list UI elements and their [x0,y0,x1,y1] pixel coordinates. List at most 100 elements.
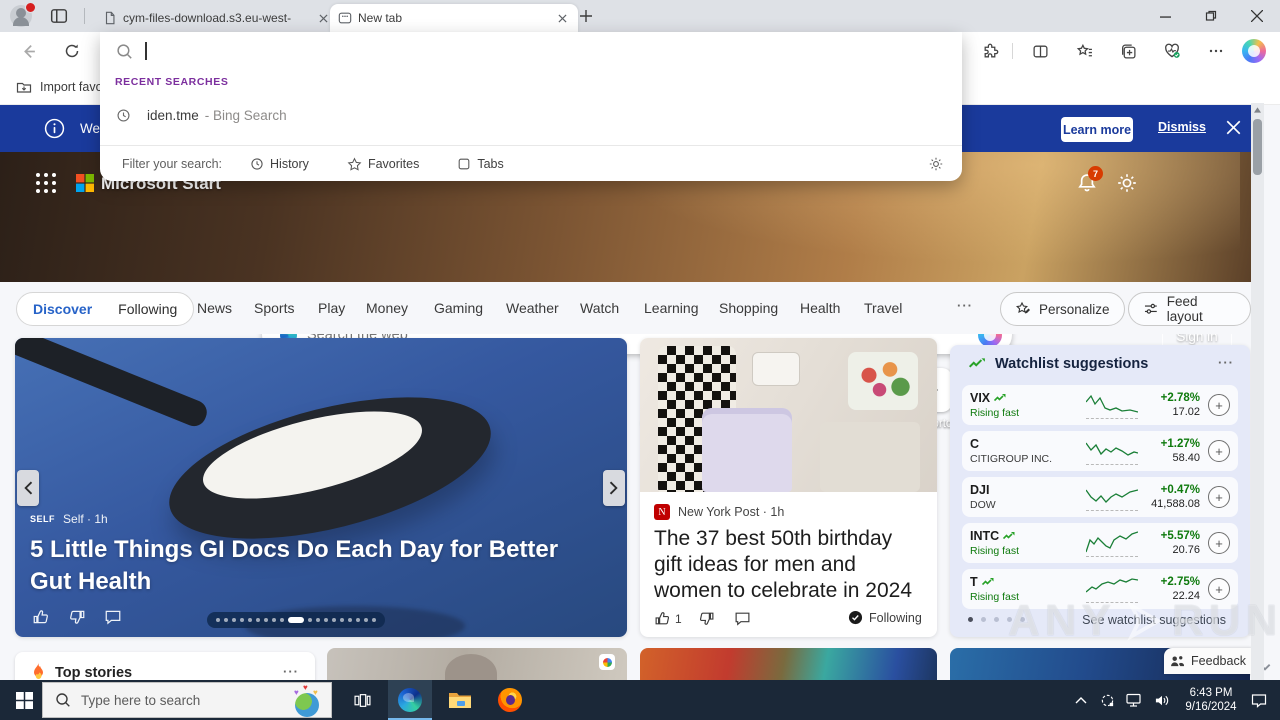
tray-ime-icon[interactable] [1094,680,1120,720]
article-headline[interactable]: The 37 best 50th birthday gift ideas for… [654,526,922,604]
scroll-up-arrow[interactable] [1254,107,1261,113]
tab-gaming[interactable]: Gaming [434,300,483,316]
add-to-watchlist-button[interactable]: + [1208,440,1230,462]
tab-sports[interactable]: Sports [254,300,294,316]
firefox-icon [498,688,522,712]
filter-tabs[interactable]: Tabs [457,157,504,171]
like-button[interactable]: 1 [654,610,682,627]
taskbar-firefox-button[interactable] [490,680,530,720]
comment-button[interactable] [734,610,751,627]
comment-button[interactable] [104,608,122,626]
minimize-button[interactable] [1150,4,1180,28]
tab-watch[interactable]: Watch [580,300,619,316]
scrollbar-thumb[interactable] [1253,119,1262,175]
tab-discover[interactable]: Discover [33,301,92,317]
refresh-icon[interactable] [58,37,86,65]
add-to-watchlist-button[interactable]: + [1208,394,1230,416]
tab-following[interactable]: Following [118,301,177,317]
nav-more-icon[interactable]: ··· [957,298,973,313]
tab-close-icon[interactable] [554,10,570,26]
omnibox-input[interactable] [116,42,147,60]
tab-download-file[interactable]: cym-files-download.s3.eu-west- [95,4,339,32]
tab-close-icon[interactable] [315,10,331,26]
carousel-next-button[interactable] [603,470,625,506]
tray-volume-icon[interactable] [1148,680,1176,720]
profile-avatar[interactable] [10,2,36,27]
watchlist-more-icon[interactable]: ··· [1218,355,1234,370]
page-scrollbar[interactable] [1251,103,1264,680]
tab-play[interactable]: Play [318,300,345,316]
watchlist-row-intc[interactable]: INTC Rising fast +5.57% 20.76 + [962,523,1238,563]
text-cursor [145,42,147,60]
taskbar-search-box[interactable]: Type here to search ♥ ♥ ♥ [42,682,332,718]
tab-new-tab[interactable]: New tab [330,4,578,32]
new-tab-page-icon [338,12,352,24]
notifications-bell-icon[interactable]: 7 [1076,166,1103,194]
banner-close-icon[interactable] [1226,120,1241,135]
close-window-button[interactable] [1242,4,1272,28]
add-to-watchlist-button[interactable]: + [1208,532,1230,554]
task-view-button[interactable] [346,680,378,720]
tab-travel[interactable]: Travel [864,300,902,316]
windows-taskbar: Type here to search ♥ ♥ ♥ 6:43 PM 9/16/2… [0,680,1280,720]
see-watchlist-link[interactable]: See watchlist suggestions [1082,613,1226,627]
article-headline[interactable]: 5 Little Things GI Docs Do Each Day for … [30,534,590,598]
add-to-watchlist-button[interactable]: + [1208,578,1230,600]
new-tab-button[interactable] [578,8,594,24]
page-settings-gear-icon[interactable] [1116,172,1138,194]
tray-show-hidden-icons[interactable] [1068,680,1094,720]
watchlist-pagination[interactable] [968,617,1025,622]
like-button[interactable] [32,608,50,626]
settings-more-icon[interactable] [1202,37,1230,65]
profile-alert-dot [25,2,36,13]
extensions-icon[interactable] [976,37,1004,65]
article-card[interactable]: N New York Post · 1h The 37 best 50th bi… [640,338,937,637]
app-launcher-grid-icon[interactable] [34,171,58,195]
tray-network-icon[interactable] [1120,680,1148,720]
taskbar-edge-button[interactable] [388,680,432,720]
following-toggle[interactable]: Following [848,610,922,625]
favorites-icon[interactable] [1070,37,1098,65]
recent-search-item[interactable]: iden.tme - Bing Search [100,94,962,136]
filter-favorites[interactable]: Favorites [347,157,419,172]
copilot-icon[interactable] [1242,39,1266,63]
start-button[interactable] [6,680,42,720]
watchlist-row-dji[interactable]: DJI DOW +0.47% 41,588.08 + [962,477,1238,517]
tab-weather[interactable]: Weather [506,300,559,316]
feed-layout-button[interactable]: Feed layout [1128,292,1251,326]
dismiss-link[interactable]: Dismiss [1158,120,1206,134]
collections-icon[interactable] [1114,37,1142,65]
taskbar-file-explorer-button[interactable] [440,680,480,720]
restore-button[interactable] [1196,4,1226,28]
sparkline [1086,488,1138,511]
browser-essentials-icon[interactable] [1158,37,1186,65]
tab-learning[interactable]: Learning [644,300,699,316]
hero-article-card[interactable]: SELF Self · 1h 5 Little Things GI Docs D… [15,338,627,637]
top-stories-more-icon[interactable]: ··· [283,664,299,679]
back-icon[interactable] [14,37,42,65]
tab-actions-icon[interactable] [50,7,68,25]
watchlist-row-t[interactable]: T Rising fast +2.75% 22.24 + [962,569,1238,609]
watchlist-row-vix[interactable]: VIX Rising fast +2.78% 17.02 + [962,385,1238,425]
import-favorites-label[interactable]: Import favo [40,80,103,94]
tab-shopping[interactable]: Shopping [719,300,778,316]
personalize-button[interactable]: Personalize [1000,292,1125,326]
watchlist-row-c[interactable]: C CITIGROUP INC. +1.27% 58.40 + [962,431,1238,471]
split-screen-icon[interactable] [1026,37,1054,65]
add-to-watchlist-button[interactable]: + [1208,486,1230,508]
carousel-dots[interactable] [207,612,385,628]
learn-more-button[interactable]: Learn more [1061,117,1133,142]
tab-money[interactable]: Money [366,300,408,316]
carousel-prev-button[interactable] [17,470,39,506]
date: 9/16/2024 [1185,701,1237,713]
tab-health[interactable]: Health [800,300,840,316]
dislike-button[interactable] [68,608,86,626]
search-settings-gear-icon[interactable] [928,156,944,172]
tab-news[interactable]: News [197,300,232,316]
taskbar-clock[interactable]: 6:43 PM 9/16/2024 [1180,686,1242,714]
people-icon [1171,655,1185,666]
action-center-button[interactable] [1244,680,1274,720]
dislike-button[interactable] [698,610,715,627]
feedback-button[interactable]: Feedback [1164,648,1252,674]
filter-history[interactable]: History [250,157,309,171]
